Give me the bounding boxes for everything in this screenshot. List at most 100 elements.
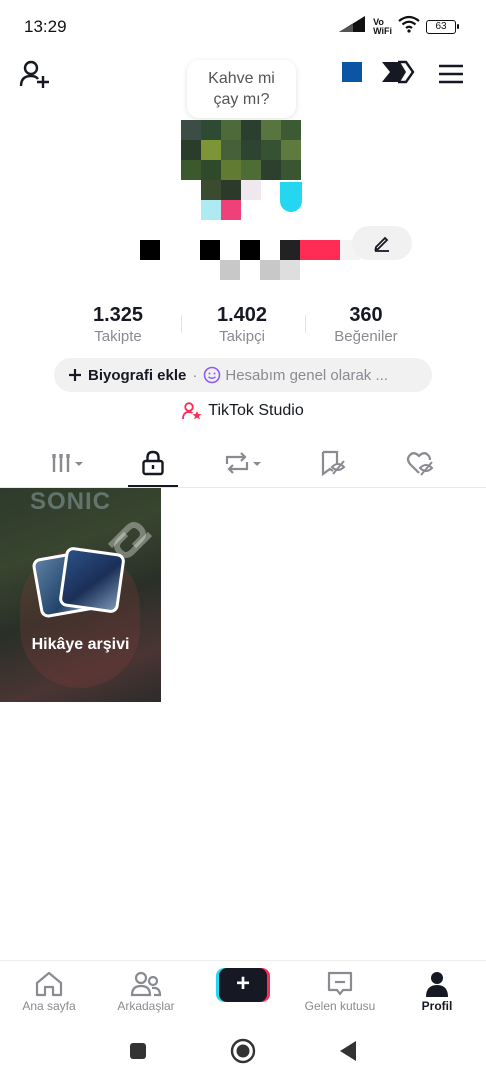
circle-icon bbox=[230, 1038, 256, 1064]
avatar-pixel bbox=[201, 200, 221, 220]
avatar-pixel bbox=[281, 160, 301, 180]
stat-likes-value: 360 bbox=[349, 304, 383, 326]
pencil-icon bbox=[374, 236, 389, 252]
avatar-pixel bbox=[281, 120, 301, 140]
bio-pill[interactable]: Biyografi ekle · Hesabım genel olarak ..… bbox=[54, 358, 432, 392]
active-tab-indicator bbox=[128, 485, 178, 487]
tiktok-studio-link[interactable]: TikTok Studio bbox=[0, 402, 486, 420]
avatar-pixel bbox=[261, 200, 281, 220]
wifi-icon bbox=[398, 15, 420, 38]
friends-icon bbox=[130, 971, 162, 997]
nav-inbox-label: Gelen kutusu bbox=[304, 999, 376, 1013]
menu-button[interactable] bbox=[434, 58, 468, 90]
profile-tabs bbox=[0, 440, 486, 488]
repost-icon bbox=[225, 452, 261, 474]
tab-favorites[interactable] bbox=[298, 440, 368, 486]
avatar-pixel bbox=[241, 200, 261, 220]
avatar-pixel bbox=[241, 180, 261, 200]
create-button[interactable]: + bbox=[216, 968, 270, 1002]
note-bubble-line1: Kahve mi bbox=[208, 70, 275, 87]
share-icon bbox=[382, 60, 415, 84]
lock-icon bbox=[142, 450, 164, 476]
nav-friends-label: Arkadaşlar bbox=[117, 999, 175, 1013]
avatar-pixel bbox=[261, 180, 281, 200]
avatar-pixel bbox=[201, 160, 221, 180]
avatar-pixel bbox=[221, 180, 241, 200]
avatar-pixel bbox=[181, 180, 201, 200]
avatar-pixel bbox=[181, 120, 201, 140]
username-pixel bbox=[220, 260, 240, 280]
avatar-pixel bbox=[261, 160, 281, 180]
menu-icon bbox=[439, 64, 463, 84]
avatar-pixel bbox=[221, 160, 241, 180]
add-friend-button[interactable] bbox=[16, 56, 54, 92]
brand-square bbox=[342, 62, 362, 82]
avatar-pixel bbox=[221, 140, 241, 160]
story-archive-label: Hikâye arşivi bbox=[31, 636, 130, 653]
avatar-pixel bbox=[181, 160, 201, 180]
avatar-pixel bbox=[261, 140, 281, 160]
battery-level: 63 bbox=[435, 20, 447, 32]
profile-icon bbox=[426, 972, 448, 997]
avatar-pixel bbox=[281, 140, 301, 160]
nav-profile-label: Profil bbox=[421, 999, 453, 1013]
hidden-favorites-icon bbox=[321, 450, 346, 476]
home-icon bbox=[35, 971, 63, 997]
studio-label: TikTok Studio bbox=[208, 402, 304, 419]
username-redacted bbox=[140, 240, 360, 284]
stat-likes-label: Beğeniler bbox=[334, 328, 398, 345]
share-profile-button[interactable] bbox=[378, 56, 418, 88]
avatar-pixel bbox=[201, 120, 221, 140]
tab-reposts[interactable] bbox=[208, 440, 278, 486]
create-plus-icon: + bbox=[219, 968, 267, 1002]
videos-grid-icon bbox=[52, 454, 83, 472]
note-bubble[interactable]: Kahve mi çay mı? bbox=[187, 60, 296, 118]
stat-following[interactable]: 1.325 Takipte bbox=[58, 303, 178, 347]
story-thumbnails bbox=[31, 546, 130, 620]
note-bubble-line2: çay mı? bbox=[213, 91, 270, 108]
vowifi-label: Vo WiFi bbox=[373, 16, 392, 36]
tab-videos[interactable] bbox=[33, 440, 103, 486]
signal-icon bbox=[337, 14, 367, 39]
username-pixel bbox=[280, 260, 300, 280]
inbox-icon bbox=[327, 971, 353, 996]
home-system-button[interactable] bbox=[228, 1036, 258, 1066]
stat-likes[interactable]: 360 Beğeniler bbox=[306, 303, 426, 347]
bio-text[interactable]: Hesabım genel olarak ... bbox=[203, 366, 388, 384]
edit-profile-button[interactable] bbox=[352, 226, 412, 260]
avatar-pixel bbox=[221, 120, 241, 140]
studio-icon bbox=[182, 402, 202, 420]
smile-icon bbox=[204, 366, 221, 384]
add-bio-button[interactable]: Biyografi ekle bbox=[68, 367, 186, 384]
tab-private[interactable] bbox=[118, 440, 188, 486]
add-friend-icon bbox=[19, 60, 49, 88]
avatar-pixel bbox=[201, 180, 221, 200]
tab-liked[interactable] bbox=[386, 440, 456, 486]
nav-profile[interactable]: Profil bbox=[392, 969, 482, 1013]
stat-followers-value: 1.402 bbox=[216, 304, 268, 326]
nav-friends[interactable]: Arkadaşlar bbox=[101, 969, 191, 1013]
nav-home-label: Ana sayfa bbox=[22, 999, 76, 1013]
username-pixel bbox=[200, 240, 220, 260]
add-bio-label: Biyografi ekle bbox=[88, 366, 187, 384]
status-time: 13:29 bbox=[24, 17, 67, 36]
avatar-pixel bbox=[201, 140, 221, 160]
username-pixel bbox=[320, 240, 340, 260]
avatar-badge bbox=[280, 182, 302, 212]
battery-icon: 63 bbox=[426, 19, 459, 34]
stat-followers[interactable]: 1.402 Takipçi bbox=[182, 303, 302, 347]
avatar-pixel bbox=[241, 160, 261, 180]
recents-button[interactable] bbox=[123, 1036, 153, 1066]
profile-stats: 1.325 Takipte 1.402 Takipçi 360 Beğenile… bbox=[0, 303, 486, 349]
nav-home[interactable]: Ana sayfa bbox=[4, 969, 94, 1013]
story-thumbnail bbox=[58, 546, 126, 614]
avatar-pixel bbox=[221, 200, 241, 220]
avatar-pixel bbox=[241, 140, 261, 160]
status-icons: Vo WiFi 63 bbox=[337, 14, 459, 39]
nav-inbox[interactable]: Gelen kutusu bbox=[295, 969, 385, 1013]
hidden-likes-icon bbox=[406, 452, 434, 476]
username-pixel bbox=[240, 240, 260, 260]
status-bar: 13:29 Vo WiFi 63 bbox=[0, 0, 486, 52]
square-icon bbox=[130, 1043, 146, 1059]
back-button[interactable] bbox=[333, 1036, 363, 1066]
